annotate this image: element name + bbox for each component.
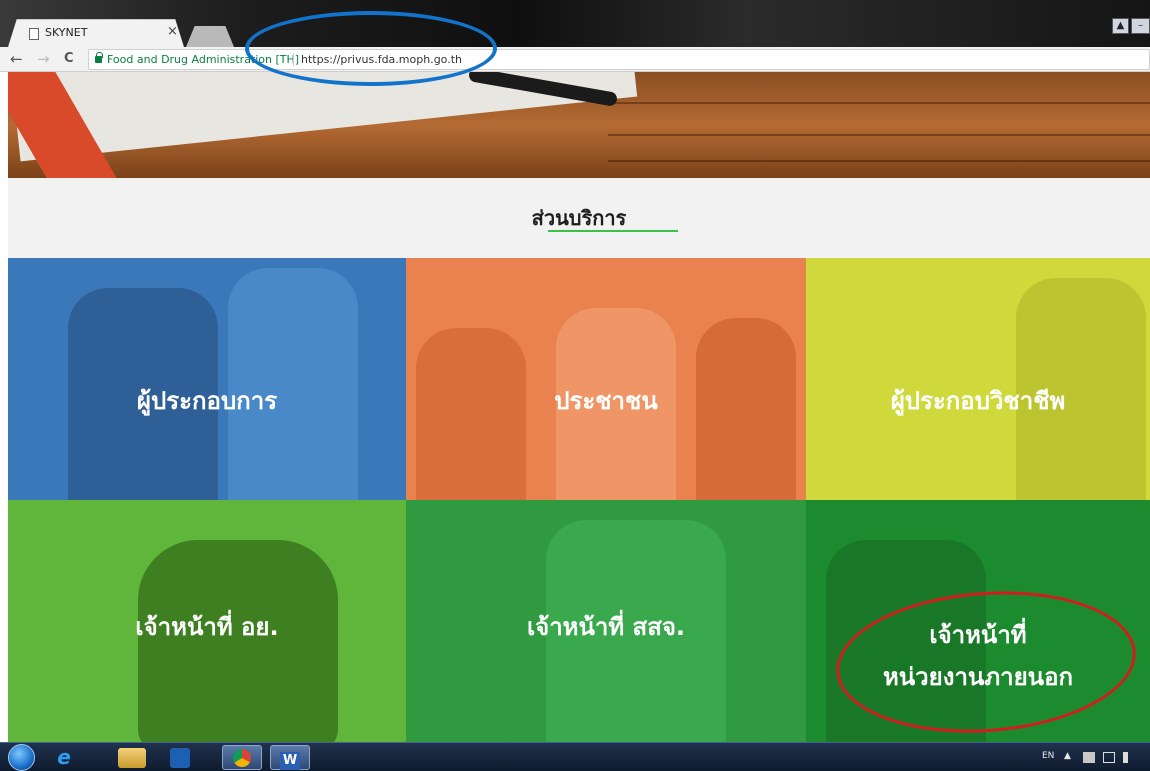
media-player-icon[interactable] [170,748,190,768]
word-icon-label: W [280,752,300,770]
network-icon[interactable] [1103,752,1115,763]
volume-icon[interactable] [1123,752,1133,763]
window-user-button[interactable]: ▲ [1112,18,1129,34]
wood-grain-line [608,160,1150,162]
tile-label: ผู้ประกอบการ [136,387,278,415]
browser-toolbar: ← → C Food and Drug Administration [TH] … [0,47,1150,72]
forward-arrow-icon[interactable]: → [37,51,50,67]
browser-tab-strip: SKYNET × ▲ – [0,0,1150,47]
tab-title: SKYNET [45,26,88,39]
browser-tab-skynet[interactable]: SKYNET × [8,19,184,47]
chrome-icon[interactable] [222,745,262,770]
new-tab-button[interactable] [186,26,234,47]
url-highlight-circle [245,11,497,86]
reload-icon[interactable]: C [64,51,74,67]
back-arrow-icon[interactable]: ← [10,51,23,67]
word-icon[interactable]: W [270,745,310,770]
section-title-underline [548,230,678,232]
wood-grain-line [608,134,1150,136]
start-button-icon[interactable] [8,744,35,771]
tile-label: ผู้ประกอบวิชาชีพ [890,387,1066,415]
tile-fda-staff[interactable]: เจ้าหน้าที่ อย. [8,500,406,742]
action-center-flag-icon[interactable] [1083,752,1095,763]
tile-public[interactable]: ประชาชน [406,258,806,500]
language-indicator[interactable]: EN [1042,751,1054,761]
explorer-icon[interactable] [118,748,146,768]
tile-professional[interactable]: ผู้ประกอบวิชาชีพ [806,258,1150,500]
windows-taskbar: e W EN ▲ [0,742,1150,771]
tab-close-icon[interactable]: × [167,24,178,39]
tile-label: เจ้าหน้าที่ อย. [135,613,279,641]
hero-banner-image [8,72,1150,178]
tile-label: ประชาชน [554,387,658,415]
tile-provincial-staff[interactable]: เจ้าหน้าที่ สสจ. [406,500,806,742]
window-minimize-button[interactable]: – [1131,18,1150,34]
services-section-header: ส่วนบริการ [8,178,1150,258]
ie-icon[interactable]: e [48,745,80,770]
tile-label: เจ้าหน้าที่ สสจ. [526,613,686,641]
tile-entrepreneur[interactable]: ผู้ประกอบการ [8,258,406,500]
tray-expand-icon[interactable]: ▲ [1064,751,1071,761]
page-icon [29,28,39,40]
wood-grain-line [608,102,1150,104]
lock-icon [95,52,103,63]
